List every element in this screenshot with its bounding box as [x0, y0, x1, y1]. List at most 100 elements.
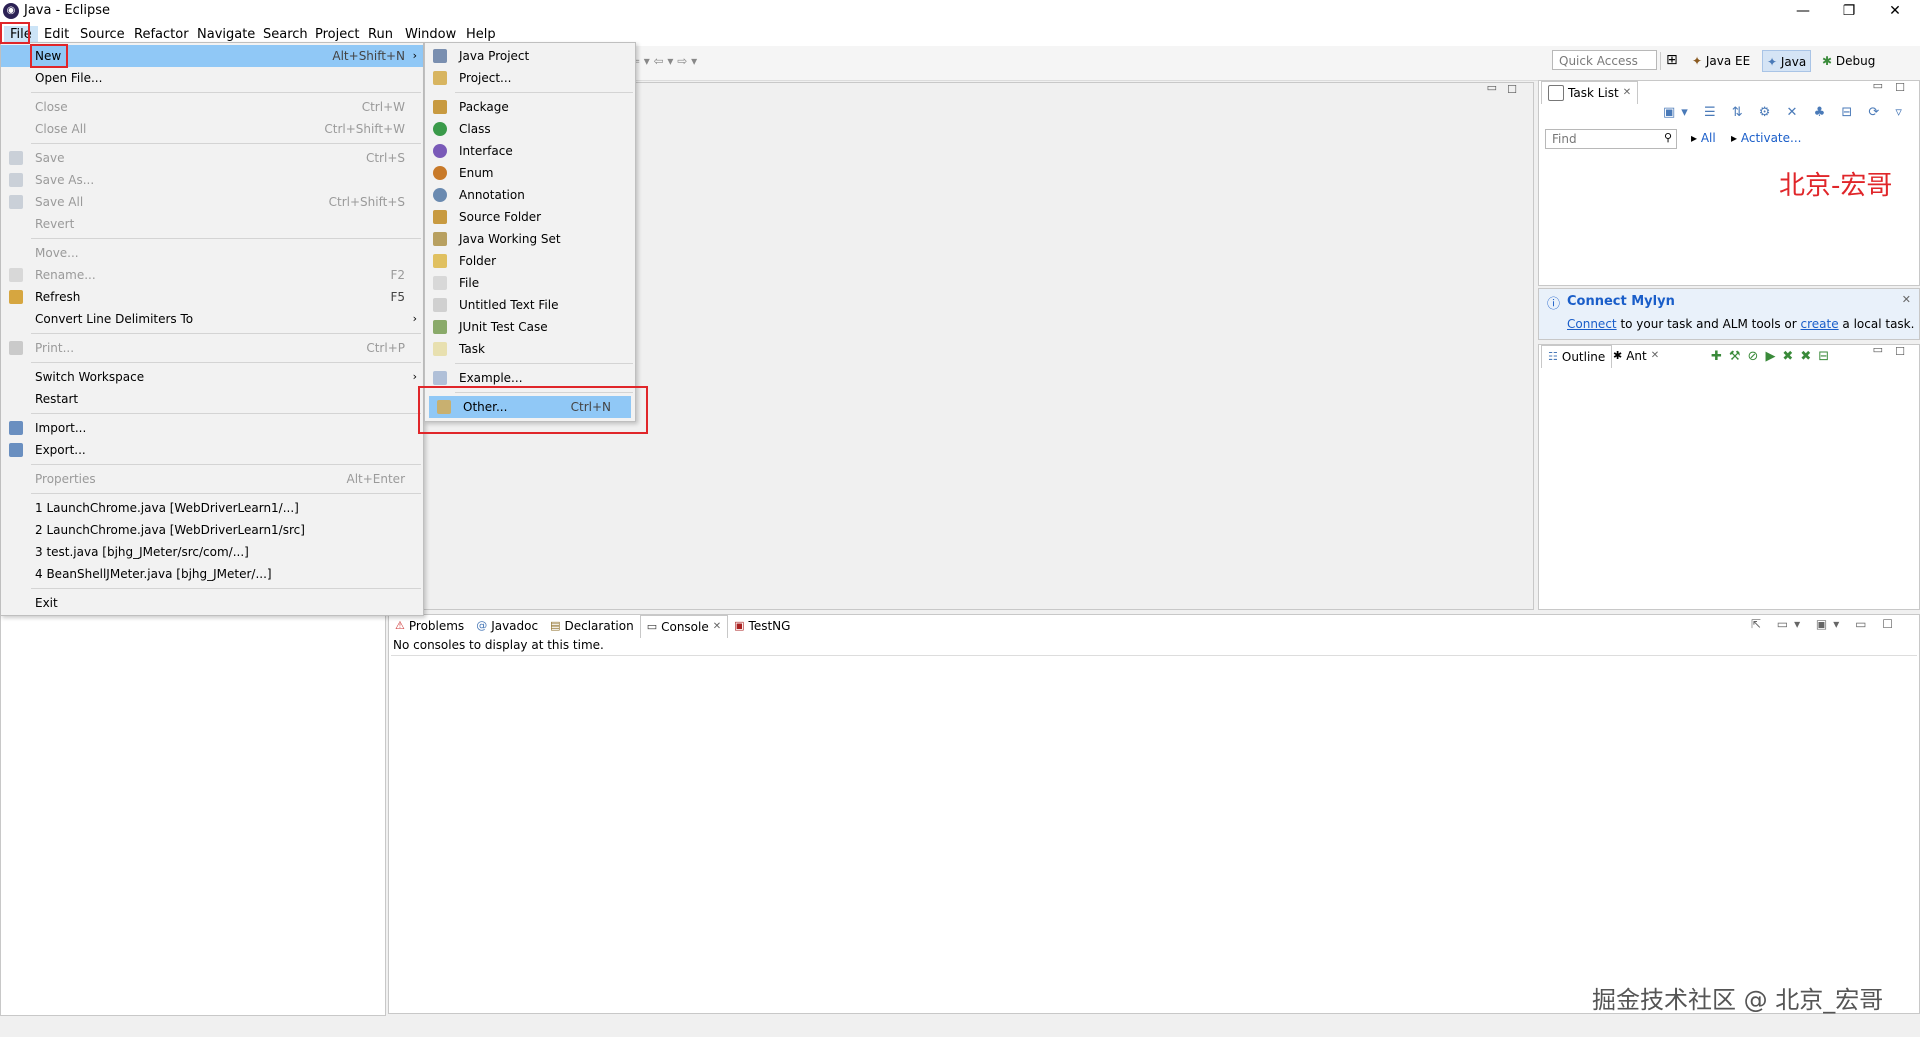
file-menu-item-convert-line-delimiters-to[interactable]: Convert Line Delimiters To ›	[1, 308, 423, 330]
tab-testng[interactable]: ▣ TestNG	[728, 615, 796, 637]
save-icon	[9, 151, 23, 165]
menu-item-label: Java Project	[459, 49, 530, 63]
outline-panel: ☷ Outline ✱ Ant ✕ ✚⚒⊘▶✖✖⊟ ▭ ☐	[1538, 343, 1920, 610]
file-menu-item-restart[interactable]: Restart	[1, 388, 423, 410]
file-menu-item-export[interactable]: Export...	[1, 439, 423, 461]
menu-item-label: File	[459, 276, 480, 290]
chevron-right-icon: ›	[412, 312, 417, 325]
file-menu-item-save-all: Save All Ctrl+Shift+S	[1, 191, 423, 213]
tab-task-list[interactable]: Task List ✕	[1541, 81, 1639, 104]
new-menu-item-java-project[interactable]: Java Project	[425, 45, 635, 67]
task-filter-all[interactable]: ▸ All	[1691, 131, 1716, 145]
example-icon	[433, 371, 447, 385]
tab-declaration[interactable]: ▤ Declaration	[544, 615, 640, 637]
editor-maximize-icon[interactable]: ☐	[1507, 83, 1517, 96]
file-menu-item-3-test-java-bjhg-jmeter-src-com[interactable]: 3 test.java [bjhg_JMeter/src/com/...]	[1, 541, 423, 563]
export-icon	[9, 443, 23, 457]
file-menu-item-import[interactable]: Import...	[1, 417, 423, 439]
quick-access-input[interactable]: Quick Access	[1552, 50, 1657, 70]
minimize-button[interactable]: —	[1780, 0, 1826, 24]
menu-item-label: Java Working Set	[459, 232, 561, 246]
task-icon	[433, 342, 447, 356]
tab-ant[interactable]: ✱ Ant ✕	[1607, 345, 1665, 367]
perspective-debug[interactable]: ✱ Debug	[1818, 50, 1879, 72]
red-watermark: 北京-宏哥	[1779, 171, 1893, 201]
menu-item-shortcut: Ctrl+Shift+S	[328, 195, 405, 209]
task-activate-link[interactable]: ▸ Activate...	[1731, 131, 1801, 145]
watermark: 掘金技术社区 @ 北京_宏哥	[1592, 986, 1884, 1014]
task-find-input[interactable]: Find ⚲	[1545, 129, 1677, 149]
perspective-java-ee[interactable]: ✦ Java EE	[1688, 50, 1754, 72]
text-file-icon	[433, 298, 447, 312]
new-menu-item-source-folder[interactable]: Source Folder	[425, 206, 635, 228]
menu-separator	[31, 413, 421, 414]
ant-toolbar-icons[interactable]: ✚⚒⊘▶✖✖⊟	[1711, 349, 1836, 364]
connect-link[interactable]: Connect	[1567, 317, 1617, 331]
annotation-icon	[433, 188, 447, 202]
file-menu-item-exit[interactable]: Exit	[1, 592, 423, 614]
rename-icon	[9, 268, 23, 282]
menu-separator	[31, 92, 421, 93]
task-list-toolbar-icons[interactable]: ▣▾ ☰ ⇅ ⚙ ✕ ♣ ⊟ ⟳ ▿	[1663, 105, 1908, 120]
menu-item-label: Restart	[35, 392, 79, 406]
new-menu-item-package[interactable]: Package	[425, 96, 635, 118]
perspective-java[interactable]: ✦ Java	[1762, 50, 1812, 72]
menu-separator	[31, 493, 421, 494]
menu-separator	[31, 333, 421, 334]
file-menu-item-switch-workspace[interactable]: Switch Workspace ›	[1, 366, 423, 388]
import-icon	[9, 421, 23, 435]
new-menu-item-task[interactable]: Task	[425, 338, 635, 360]
new-menu-item-java-working-set[interactable]: Java Working Set	[425, 228, 635, 250]
menu-item-shortcut: F5	[390, 290, 405, 304]
tab-ant-label: Ant	[1626, 349, 1647, 363]
tab-declaration-label: Declaration	[564, 619, 634, 633]
tab-problems[interactable]: ⚠ Problems	[389, 615, 470, 637]
menu-item-label: Open File...	[35, 71, 103, 85]
file-menu-item-close-all: Close All Ctrl+Shift+W	[1, 118, 423, 140]
open-perspective-icon[interactable]: ⊞	[1666, 52, 1678, 68]
editor-minimize-icon[interactable]: ▭	[1487, 81, 1497, 94]
interface-icon	[433, 144, 447, 158]
new-menu-item-interface[interactable]: Interface	[425, 140, 635, 162]
menu-item-label: Package	[459, 100, 509, 114]
new-menu-item-folder[interactable]: Folder	[425, 250, 635, 272]
task-list-maximize-icon[interactable]: ☐	[1895, 81, 1905, 94]
tab-console[interactable]: ▭ Console ✕	[639, 615, 729, 638]
status-bar	[0, 1016, 1920, 1037]
console-toolbar-icons[interactable]: ⇱ ▭▾ ▣▾ ▭ ☐	[1751, 617, 1899, 631]
file-menu-item-print: Print... Ctrl+P	[1, 337, 423, 359]
file-menu-item-1-launchchrome-java-webdriverlearn1[interactable]: 1 LaunchChrome.java [WebDriverLearn1/...…	[1, 497, 423, 519]
outline-maximize-icon[interactable]: ☐	[1895, 345, 1905, 358]
close-icon[interactable]: ✕	[1623, 82, 1631, 104]
new-menu-item-junit-test-case[interactable]: JUnit Test Case	[425, 316, 635, 338]
file-icon	[433, 276, 447, 290]
tab-javadoc[interactable]: @ Javadoc	[470, 615, 544, 637]
file-menu-item-refresh[interactable]: Refresh F5	[1, 286, 423, 308]
menu-item-shortcut: Ctrl+W	[361, 100, 405, 114]
new-menu-item-project[interactable]: Project...	[425, 67, 635, 89]
file-menu-item-2-launchchrome-java-webdriverlearn1-src[interactable]: 2 LaunchChrome.java [WebDriverLearn1/src…	[1, 519, 423, 541]
new-menu-item-file[interactable]: File	[425, 272, 635, 294]
close-icon[interactable]: ✕	[1651, 345, 1659, 367]
menu-item-label: JUnit Test Case	[459, 320, 548, 334]
menu-item-label: Interface	[459, 144, 513, 158]
javadoc-icon: @	[476, 619, 488, 632]
new-menu-item-annotation[interactable]: Annotation	[425, 184, 635, 206]
create-link[interactable]: create	[1801, 317, 1839, 331]
outline-minimize-icon[interactable]: ▭	[1873, 343, 1883, 356]
new-menu-item-class[interactable]: Class	[425, 118, 635, 140]
new-menu-item-enum[interactable]: Enum	[425, 162, 635, 184]
new-menu-item-untitled-text-file[interactable]: Untitled Text File	[425, 294, 635, 316]
file-menu-item-open-file[interactable]: Open File...	[1, 67, 423, 89]
tab-outline[interactable]: ☷ Outline	[1541, 345, 1613, 368]
restore-button[interactable]: ❐	[1826, 0, 1872, 24]
close-icon[interactable]: ✕	[1902, 293, 1911, 306]
close-button[interactable]: ✕	[1872, 0, 1918, 24]
console-divider	[391, 655, 1917, 656]
file-menu-item-properties: Properties Alt+Enter	[1, 468, 423, 490]
close-icon[interactable]: ✕	[713, 616, 721, 638]
menu-item-label: Move...	[35, 246, 79, 260]
menu-item-shortcut: Alt+Enter	[346, 472, 405, 486]
task-list-minimize-icon[interactable]: ▭	[1873, 79, 1883, 92]
file-menu-item-4-beanshelljmeter-java-bjhg-jmeter[interactable]: 4 BeanShellJMeter.java [bjhg_JMeter/...]	[1, 563, 423, 585]
